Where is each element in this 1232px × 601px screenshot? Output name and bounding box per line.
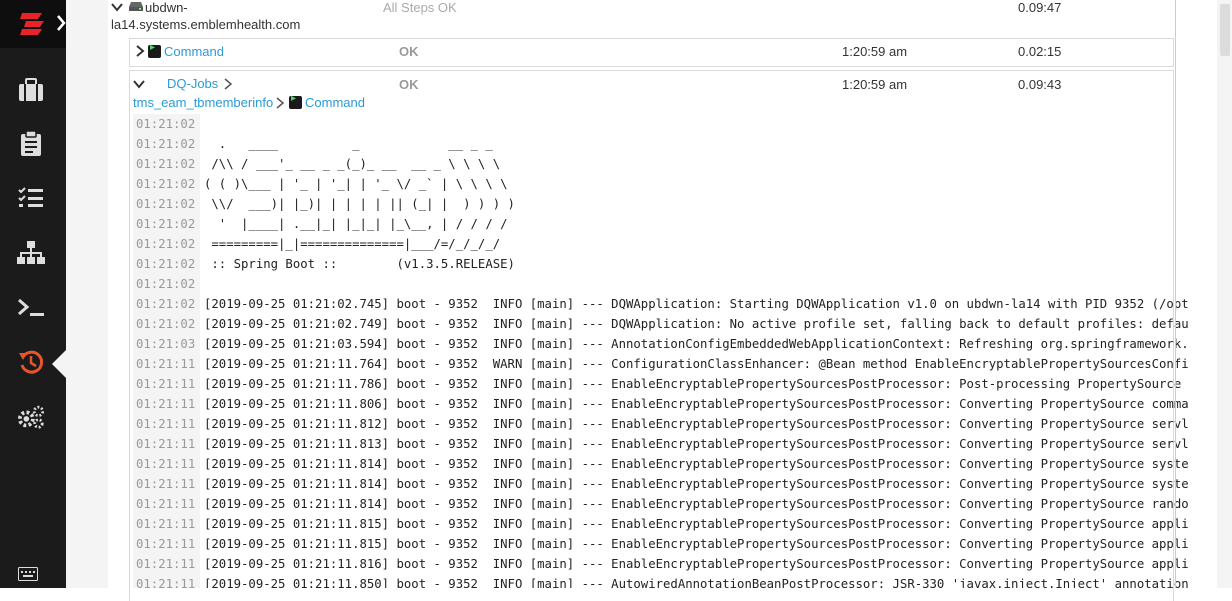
step2-command-link[interactable]: Command bbox=[305, 95, 365, 110]
log-message: [2019-09-25 01:21:11.815] boot - 9352 IN… bbox=[204, 517, 1189, 531]
log-message: ' |____| .__|_| |_|_| |_\__, | / / / / bbox=[204, 217, 508, 231]
step1-status: OK bbox=[399, 44, 419, 59]
log-timestamp: 01:21:11 bbox=[136, 397, 196, 411]
log-message: [2019-09-25 01:21:11.814] boot - 9352 IN… bbox=[204, 497, 1189, 511]
log-message: =========|_|==============|___/=/_/_/_/ bbox=[204, 237, 501, 251]
settings-icon[interactable] bbox=[17, 403, 45, 431]
log-timestamp: 01:21:11 bbox=[136, 497, 196, 511]
breadcrumb-chevron-icon bbox=[276, 97, 285, 109]
log-timestamp: 01:21:11 bbox=[136, 457, 196, 471]
log-message: [2019-09-25 01:21:11.806] boot - 9352 IN… bbox=[204, 397, 1189, 411]
log-timestamp: 01:21:02 bbox=[136, 317, 196, 331]
job-name-link[interactable]: tms_eam_tbmemberinfo bbox=[133, 95, 273, 110]
step2-time: 1:20:59 am bbox=[842, 77, 908, 92]
tasks-icon[interactable] bbox=[17, 184, 45, 212]
log-timestamp: 01:21:11 bbox=[136, 557, 196, 571]
terminal-icon bbox=[289, 93, 302, 109]
active-indicator bbox=[52, 350, 66, 378]
host-name[interactable]: ubdwn- bbox=[145, 0, 188, 15]
log-timestamp: 01:21:02 bbox=[136, 197, 196, 211]
log-message: [2019-09-25 01:21:03.594] boot - 9352 IN… bbox=[204, 337, 1189, 351]
step2-duration: 0.09:43 bbox=[1018, 77, 1062, 92]
log-message: [2019-09-25 01:21:11.814] boot - 9352 IN… bbox=[204, 477, 1189, 491]
log-message: [2019-09-25 01:21:11.764] boot - 9352 WA… bbox=[204, 357, 1189, 371]
log-timestamp: 01:21:11 bbox=[136, 357, 196, 371]
scrollbar-thumb[interactable] bbox=[1220, 4, 1230, 56]
step2-status: OK bbox=[399, 77, 419, 92]
sidebar bbox=[0, 0, 66, 588]
log-timestamp: 01:21:02 bbox=[136, 137, 196, 151]
step2-command-wrap: Command bbox=[289, 93, 365, 110]
logo-icon bbox=[20, 13, 44, 35]
log-message: [2019-09-25 01:21:11.815] boot - 9352 IN… bbox=[204, 537, 1189, 551]
log-message: [2019-09-25 01:21:02.749] boot - 9352 IN… bbox=[204, 317, 1189, 331]
log-message: . ____ _ __ _ _ bbox=[204, 137, 493, 151]
log-timestamp: 01:21:02 bbox=[136, 277, 196, 291]
collapse-chevron-icon[interactable] bbox=[132, 78, 146, 90]
panel-divider bbox=[1175, 0, 1176, 588]
command-output-log: 01:21:02 01:21:02 . ____ _ __ _ _ 01:21:02… bbox=[133, 114, 1217, 588]
log-message: [2019-09-25 01:21:11.850] boot - 9352 IN… bbox=[204, 577, 1189, 588]
expand-chevron-icon[interactable] bbox=[135, 44, 145, 58]
step1-time: 1:20:59 am bbox=[842, 44, 908, 59]
step1-command-link[interactable]: Command bbox=[164, 44, 224, 59]
log-timestamp: 01:21:11 bbox=[136, 577, 196, 588]
step1-label-wrap: Command bbox=[148, 42, 224, 59]
log-timestamp: 01:21:02 bbox=[136, 237, 196, 251]
logo-area[interactable] bbox=[0, 0, 66, 48]
log-message: [2019-09-25 01:21:11.814] boot - 9352 IN… bbox=[204, 457, 1189, 471]
host-status: All Steps OK bbox=[383, 0, 457, 15]
log-timestamp: 01:21:11 bbox=[136, 417, 196, 431]
content-gutter bbox=[66, 0, 108, 588]
sitemap-icon[interactable] bbox=[17, 239, 45, 267]
log-timestamp: 01:21:11 bbox=[136, 437, 196, 451]
log-timestamp: 01:21:02 bbox=[136, 257, 196, 271]
log-message: [2019-09-25 01:21:02.745] boot - 9352 IN… bbox=[204, 297, 1189, 311]
expand-chevron-icon[interactable] bbox=[56, 14, 66, 32]
log-message: [2019-09-25 01:21:11.816] boot - 9352 IN… bbox=[204, 557, 1189, 571]
log-message: ( ( )\___ | '_ | '_| | '_ \/ _` | \ \ \ … bbox=[204, 177, 508, 191]
breadcrumb-chevron-icon bbox=[224, 78, 233, 90]
scrollbar[interactable] bbox=[1217, 0, 1232, 588]
terminal-icon[interactable] bbox=[17, 294, 45, 322]
log-message: [2019-09-25 01:21:11.786] boot - 9352 IN… bbox=[204, 377, 1189, 391]
log-timestamp: 01:21:02 bbox=[136, 177, 196, 191]
log-message: /\\ / ___'_ __ _ _(_)_ __ __ _ \ \ \ \ bbox=[204, 157, 501, 171]
step1-duration: 0.02:15 bbox=[1018, 44, 1062, 59]
log-message: [2019-09-25 01:21:11.813] boot - 9352 IN… bbox=[204, 437, 1189, 451]
log-message: [2019-09-25 01:21:11.812] boot - 9352 IN… bbox=[204, 417, 1189, 431]
collapse-chevron-icon[interactable] bbox=[110, 1, 124, 13]
server-icon bbox=[129, 2, 143, 11]
host-name-domain[interactable]: la14.systems.emblemhealth.com bbox=[111, 17, 300, 32]
log-timestamp: 01:21:02 bbox=[136, 297, 196, 311]
dq-jobs-link[interactable]: DQ-Jobs bbox=[167, 76, 218, 91]
clipboard-icon[interactable] bbox=[17, 130, 45, 158]
history-icon[interactable] bbox=[17, 348, 45, 376]
keyboard-icon[interactable] bbox=[18, 567, 38, 581]
log-timestamp: 01:21:11 bbox=[136, 377, 196, 391]
log-timestamp: 01:21:11 bbox=[136, 517, 196, 531]
log-message: :: Spring Boot :: (v1.3.5.RELEASE) bbox=[204, 257, 515, 271]
briefcase-icon[interactable] bbox=[17, 76, 45, 104]
log-timestamp: 01:21:02 bbox=[136, 217, 196, 231]
terminal-icon bbox=[148, 42, 161, 58]
log-timestamp: 01:21:03 bbox=[136, 337, 196, 351]
log-timestamp: 01:21:11 bbox=[136, 537, 196, 551]
log-message: \\/ ___)| |_)| | | | | || (_| | ) ) ) ) bbox=[204, 197, 515, 211]
host-duration: 0.09:47 bbox=[1018, 0, 1062, 15]
log-timestamp: 01:21:02 bbox=[136, 157, 196, 171]
log-timestamp: 01:21:11 bbox=[136, 477, 196, 491]
log-timestamp: 01:21:02 bbox=[136, 117, 196, 131]
